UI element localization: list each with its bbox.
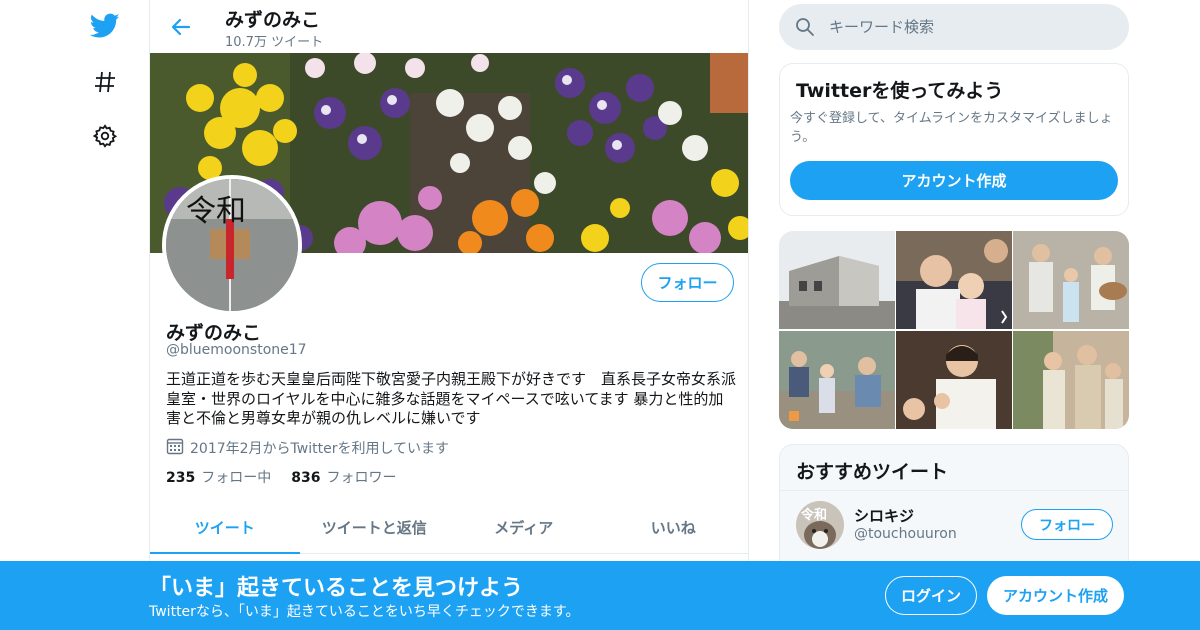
calendar-icon — [166, 437, 184, 459]
media-thumbnail[interactable] — [896, 231, 1012, 329]
left-nav — [80, 0, 130, 630]
media-thumbnail[interactable] — [779, 331, 895, 429]
media-thumbnail[interactable] — [1013, 331, 1129, 429]
following-link[interactable]: 235 フォロー中 — [166, 467, 271, 487]
profile-stats: 235 フォロー中 836 フォロワー — [166, 467, 396, 487]
profile-avatar[interactable]: 令和 — [162, 175, 302, 315]
following-count: 235 — [166, 470, 196, 486]
avatar-calligraphy-text: 令和 — [186, 194, 246, 229]
twitter-bird-icon[interactable] — [89, 10, 121, 42]
joined-date: 2017年2月からTwitterを利用しています — [190, 441, 450, 457]
bottom-banner-subtitle: Twitterなら、「いま」起きていることをいち早くチェックできます。 — [149, 604, 580, 620]
tab-tweets[interactable]: ツイート — [150, 502, 300, 554]
header-name: みずのみこ — [225, 9, 321, 31]
media-grid — [779, 231, 1129, 429]
back-arrow-icon[interactable] — [166, 12, 196, 42]
recommended-follow-button[interactable]: フォロー — [1021, 509, 1113, 540]
recommended-user-avatar[interactable]: 令和 — [796, 501, 844, 549]
profile-handle: @bluemoonstone17 — [166, 342, 307, 358]
media-thumbnail[interactable] — [896, 331, 1012, 429]
search-icon — [795, 17, 815, 41]
profile-tabs: ツイート ツイートと返信 メディア いいね — [150, 502, 748, 554]
recommended-title: おすすめツイート — [796, 461, 949, 483]
recommended-avatar-text: 令和 — [801, 507, 827, 523]
search-box — [779, 4, 1129, 50]
signup-card: Twitterを使ってみよう 今すぐ登録して、タイムラインをカスタマイズしましょ… — [779, 63, 1129, 216]
header-tweet-count: 10.7万 ツイート — [225, 35, 324, 50]
create-account-button[interactable]: アカウント作成 — [790, 161, 1118, 200]
profile-bio: 王道正道を歩む天皇皇后両陛下敬宮愛子内親王殿下が好きです 直系長子女帝女系派 皇… — [166, 370, 737, 427]
tab-tweets-and-replies[interactable]: ツイートと返信 — [300, 502, 450, 553]
following-label: フォロー中 — [201, 470, 272, 486]
recommended-user-handle: @touchouuron — [854, 526, 957, 542]
recommended-user-name[interactable]: シロキジ — [854, 505, 914, 526]
bottom-create-account-button[interactable]: アカウント作成 — [987, 576, 1124, 615]
profile-joined-row: 2017年2月からTwitterを利用しています — [166, 437, 449, 459]
profile-column: みずのみこ 10.7万 ツイート 令和 フォロー みずのみこ @bluemoon… — [149, 0, 749, 630]
twitter-profile-page: みずのみこ 10.7万 ツイート 令和 フォロー みずのみこ @bluemoon… — [0, 0, 1200, 630]
follow-button[interactable]: フォロー — [641, 263, 734, 302]
search-input[interactable] — [829, 4, 1109, 50]
bottom-banner-title: 「いま」起きていることを見つけよう — [149, 576, 524, 601]
recommended-card: おすすめツイート 令和 シロキジ @touchouuron フォロー — [779, 444, 1129, 574]
followers-link[interactable]: 836 フォロワー — [291, 467, 396, 487]
login-button[interactable]: ログイン — [885, 576, 977, 615]
tab-likes[interactable]: いいね — [599, 502, 749, 553]
signup-card-title: Twitterを使ってみよう — [796, 80, 1004, 102]
divider — [780, 490, 1128, 491]
hashtag-icon[interactable] — [89, 66, 121, 98]
media-thumbnail[interactable] — [1013, 231, 1129, 329]
followers-count: 836 — [291, 470, 321, 486]
gear-icon[interactable] — [89, 120, 121, 152]
tab-media[interactable]: メディア — [449, 502, 599, 553]
followers-label: フォロワー — [326, 470, 397, 486]
signup-bottom-banner: 「いま」起きていることを見つけよう Twitterなら、「いま」起きていることを… — [0, 561, 1200, 630]
profile-name: みずのみこ — [166, 322, 262, 344]
media-thumbnail[interactable] — [779, 231, 895, 329]
signup-card-subtitle: 今すぐ登録して、タイムラインをカスタマイズしましょう。 — [790, 111, 1113, 145]
profile-header-bar: みずのみこ 10.7万 ツイート — [150, 0, 748, 53]
